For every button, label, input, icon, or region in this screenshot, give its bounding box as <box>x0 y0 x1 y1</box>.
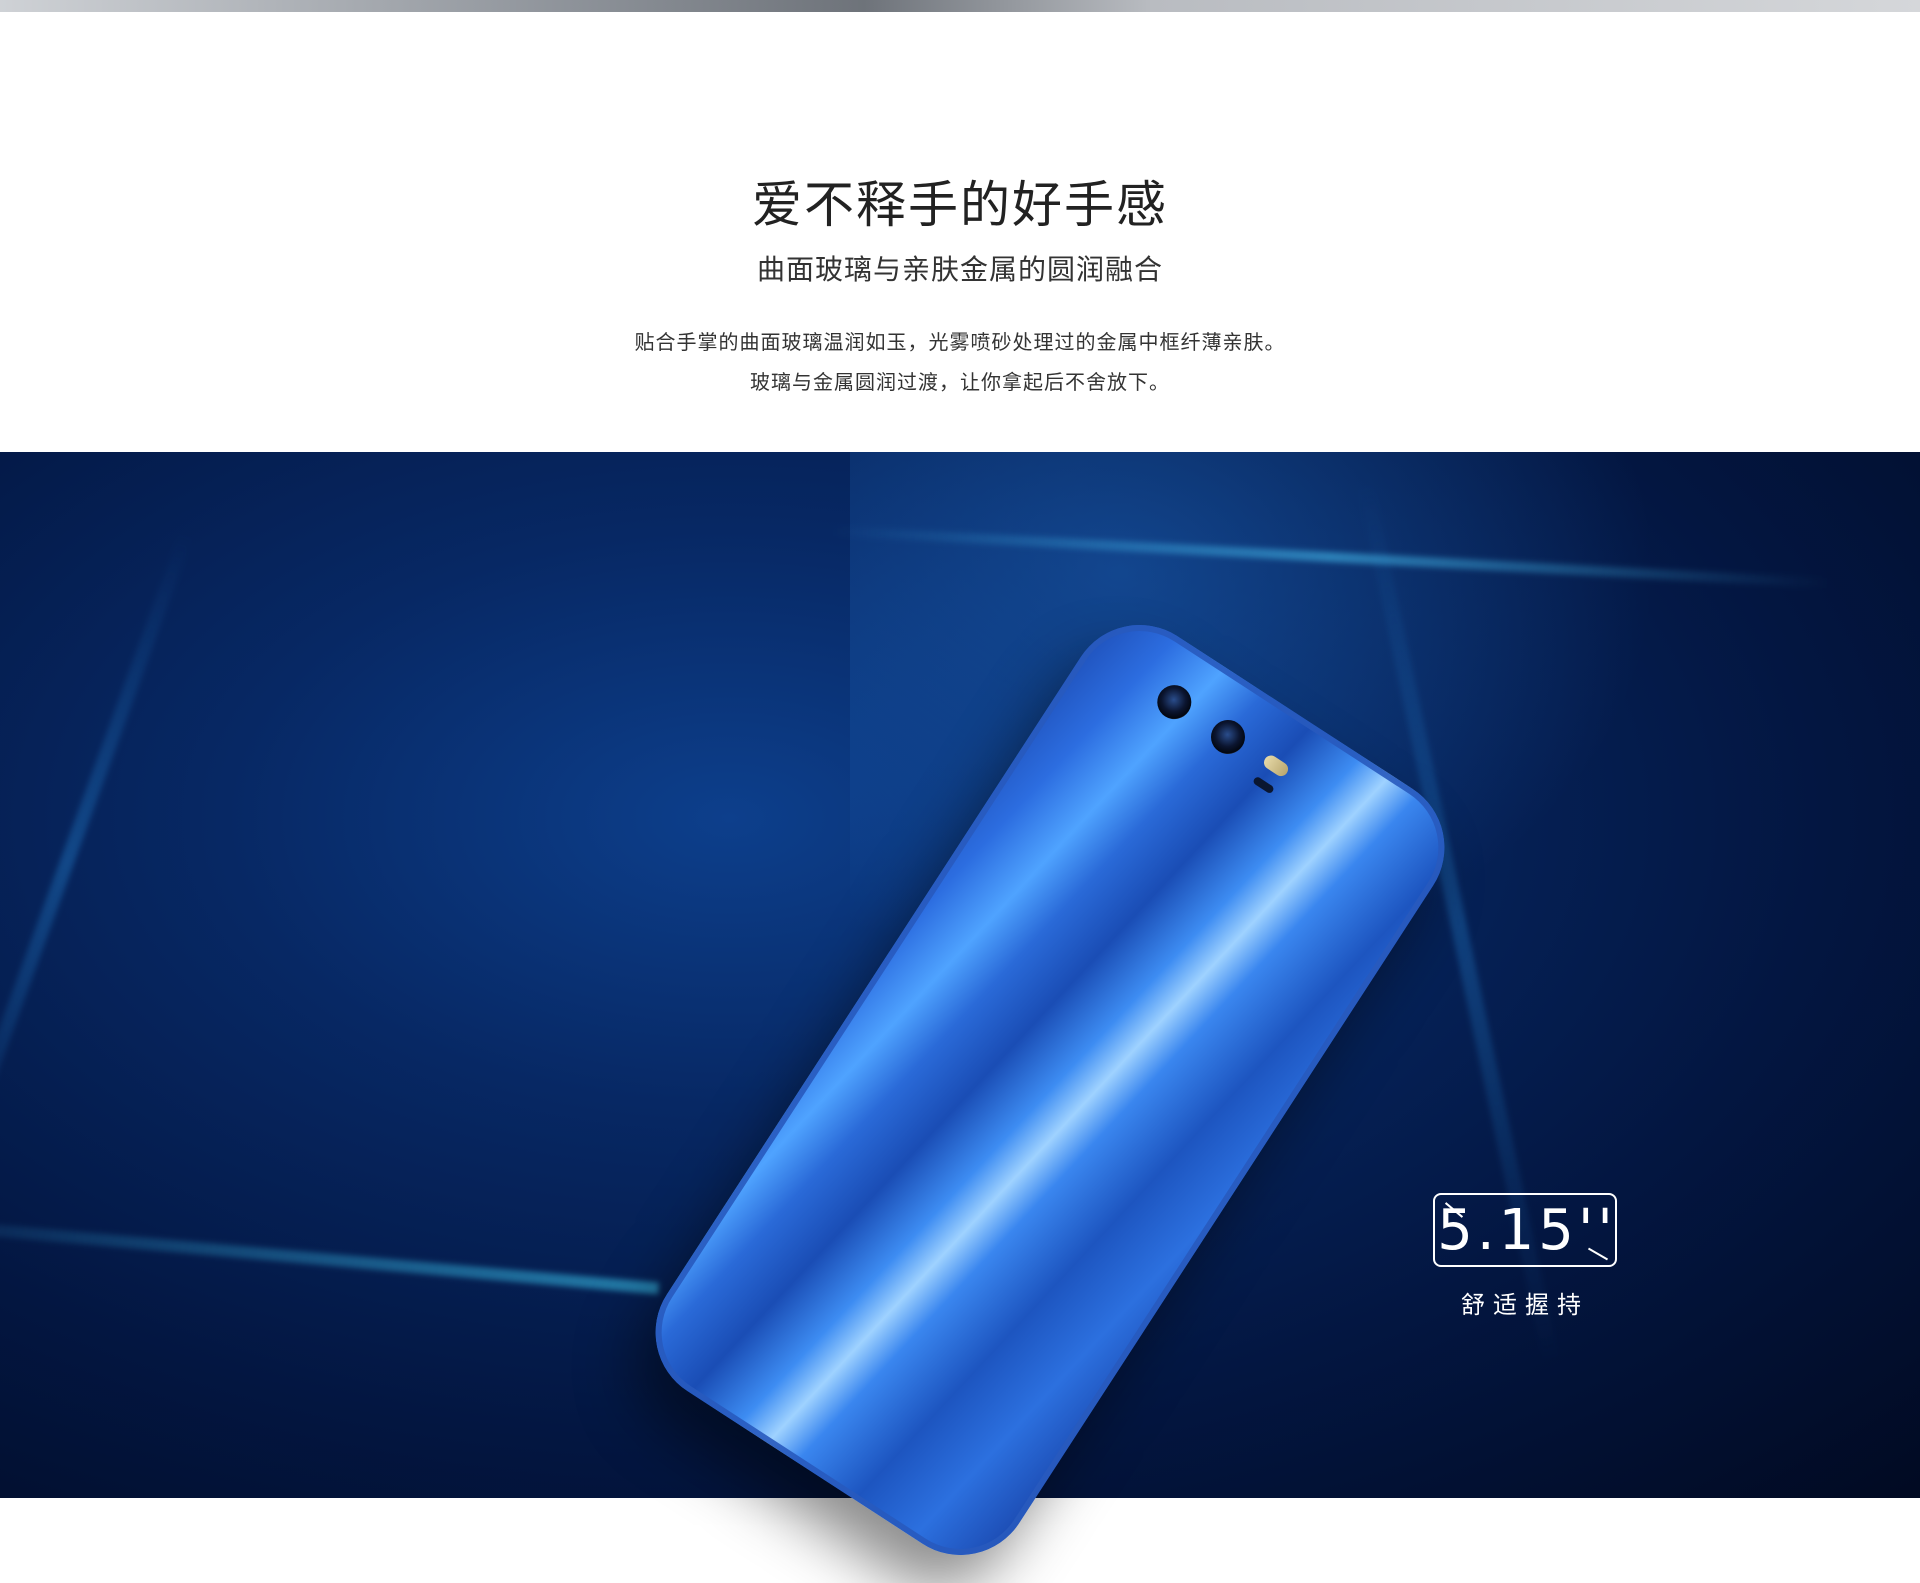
subheadline: 曲面玻璃与亲肤金属的圆润融合 <box>756 253 1163 286</box>
description-line-2: 玻璃与金属圆润过渡，让你拿起后不舍放下。 <box>750 370 1170 394</box>
flash-icon <box>1261 752 1291 779</box>
camera-lens-icon <box>1150 678 1198 726</box>
screen-size-value: 5.15'' <box>1437 1198 1617 1263</box>
screen-size-label: 舒适握持 <box>1461 1291 1589 1319</box>
description: 贴合手掌的曲面玻璃温润如玉，光雾喷砂处理过的金属中框纤薄亲肤。 玻璃与金属圆润过… <box>0 322 1920 402</box>
camera-lens-icon <box>1204 713 1252 761</box>
light-streak <box>0 530 194 1194</box>
sensor-icon <box>1252 775 1275 795</box>
previous-section-edge <box>0 0 1920 12</box>
light-streak <box>0 1221 660 1295</box>
product-page: 爱不释手的好手感 曲面玻璃与亲肤金属的圆润融合 贴合手掌的曲面玻璃温润如玉，光雾… <box>0 0 1920 1583</box>
headline: 爱不释手的好手感 <box>752 176 1168 234</box>
feel-section-header: 爱不释手的好手感 曲面玻璃与亲肤金属的圆润融合 贴合手掌的曲面玻璃温润如玉，光雾… <box>0 170 1920 402</box>
description-line-1: 贴合手掌的曲面玻璃温润如玉，光雾喷砂处理过的金属中框纤薄亲肤。 <box>634 330 1286 354</box>
screen-size-badge: 5.15'' <box>1433 1193 1617 1267</box>
